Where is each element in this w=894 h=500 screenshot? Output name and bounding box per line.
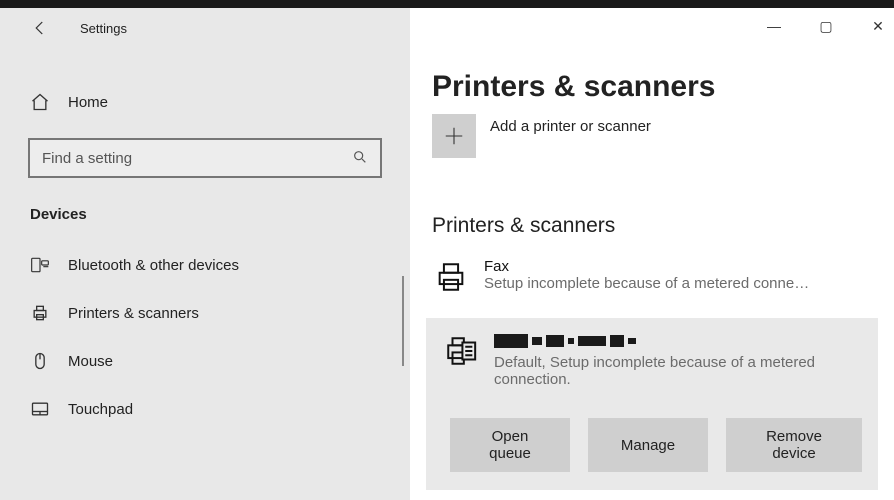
sidebar-item-touchpad[interactable]: Touchpad (0, 385, 410, 433)
printer-icon (30, 303, 50, 323)
minimize-button[interactable]: — (764, 16, 784, 36)
sidebar-item-label: Touchpad (68, 401, 133, 418)
window-top-strip (0, 0, 894, 8)
home-icon (30, 92, 50, 112)
sidebar: Settings Home Devices Bluetooth & other … (0, 8, 410, 500)
device-row-selected[interactable]: Default, Setup incomplete because of a m… (426, 318, 878, 490)
page-title: Printers & scanners (432, 70, 872, 104)
titlebar: Settings (0, 8, 410, 48)
device-name: Fax (484, 258, 872, 275)
sidebar-item-label: Printers & scanners (68, 305, 199, 322)
home-label: Home (68, 94, 108, 111)
main-content: — ▢ ✕ Printers & scanners Add a printer … (410, 8, 894, 500)
sidebar-section-title: Devices (30, 206, 410, 223)
device-status: Default, Setup incomplete because of a m… (494, 354, 834, 388)
close-button[interactable]: ✕ (868, 16, 888, 36)
window-title: Settings (80, 21, 127, 36)
sidebar-item-label: Mouse (68, 353, 113, 370)
window-controls: — ▢ ✕ (764, 16, 888, 36)
maximize-button[interactable]: ▢ (816, 16, 836, 36)
mouse-icon (30, 351, 50, 371)
sidebar-item-printers-scanners[interactable]: Printers & scanners (0, 289, 410, 337)
scrollbar-indicator[interactable] (402, 276, 404, 366)
open-queue-button[interactable]: Open queue (450, 418, 570, 472)
printer-icon (432, 258, 470, 296)
search-input[interactable] (42, 150, 352, 167)
sidebar-item-mouse[interactable]: Mouse (0, 337, 410, 385)
touchpad-icon (30, 399, 50, 419)
add-printer-row[interactable]: Add a printer or scanner (432, 114, 872, 158)
plus-icon (432, 114, 476, 158)
printers-list-heading: Printers & scanners (432, 214, 872, 238)
device-row-fax[interactable]: Fax Setup incomplete because of a metere… (432, 252, 872, 302)
add-printer-label: Add a printer or scanner (490, 118, 651, 135)
remove-device-button[interactable]: Remove device (726, 418, 862, 472)
device-status: Setup incomplete because of a metered co… (484, 275, 864, 292)
sidebar-item-home[interactable]: Home (0, 78, 410, 126)
sidebar-item-label: Bluetooth & other devices (68, 257, 239, 274)
manage-button[interactable]: Manage (588, 418, 708, 472)
device-name-redacted (494, 332, 862, 350)
bluetooth-devices-icon (30, 255, 50, 275)
search-icon (352, 149, 370, 167)
back-arrow-icon[interactable] (28, 16, 52, 40)
sidebar-item-bluetooth-devices[interactable]: Bluetooth & other devices (0, 241, 410, 289)
search-box[interactable] (28, 138, 382, 178)
printer-document-icon (442, 332, 480, 370)
device-actions: Open queue Manage Remove device (450, 418, 862, 472)
